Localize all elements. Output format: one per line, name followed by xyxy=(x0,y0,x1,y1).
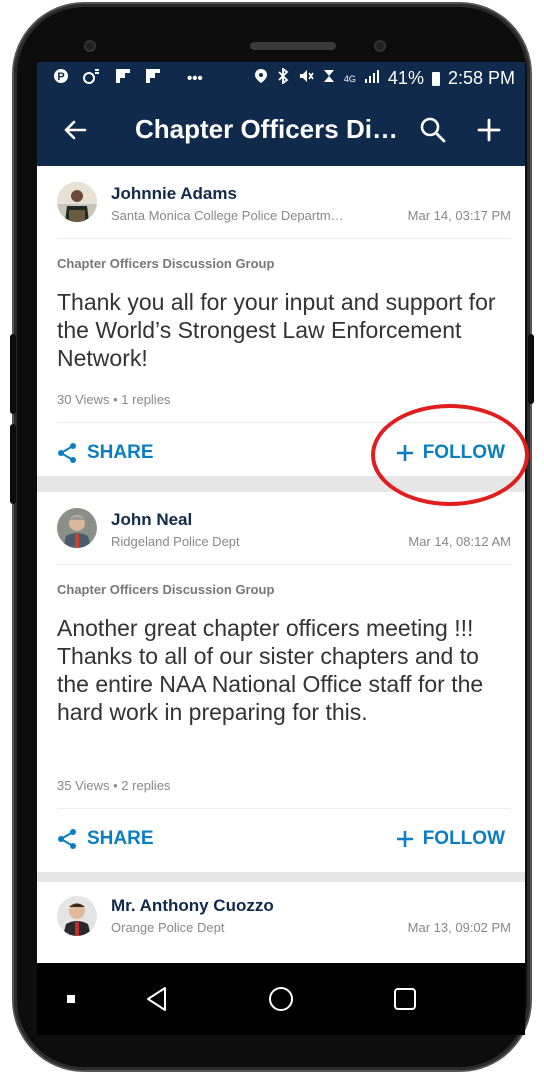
plus-icon xyxy=(477,118,501,142)
recent-apps-button[interactable] xyxy=(55,983,87,1015)
post-card[interactable]: John Neal Ridgeland Police Dept Mar 14, … xyxy=(37,492,525,872)
more-dots-icon: ••• xyxy=(187,69,203,87)
plus-icon xyxy=(396,445,413,461)
divider xyxy=(57,422,511,423)
group-name[interactable]: Chapter Officers Discussion Group xyxy=(57,582,274,597)
author-name[interactable]: John Neal xyxy=(111,510,192,530)
post-card[interactable]: Mr. Anthony Cuozzo Orange Police Dept Ma… xyxy=(37,882,525,963)
share-label: SHARE xyxy=(87,828,154,849)
add-post-button[interactable] xyxy=(471,112,507,148)
post-stats: 30 Views • 1 replies xyxy=(57,392,171,407)
recent-apps-icon xyxy=(67,995,75,1003)
share-icon xyxy=(58,443,76,463)
flipboard-icon xyxy=(145,68,161,88)
author-name[interactable]: Mr. Anthony Cuozzo xyxy=(111,896,274,916)
author-department: Orange Police Dept xyxy=(111,920,225,935)
clock: 2:58 PM xyxy=(447,68,515,88)
post-date: Mar 14, 03:17 PM xyxy=(407,208,511,223)
search-icon xyxy=(420,117,446,143)
overview-button[interactable] xyxy=(389,983,421,1015)
battery-icon xyxy=(431,71,440,86)
share-label: SHARE xyxy=(87,442,154,463)
divider xyxy=(57,808,511,809)
post-feed[interactable]: Johnnie Adams Santa Monica College Polic… xyxy=(37,166,525,963)
speaker-grille xyxy=(250,42,336,50)
status-bar: P ••• 4G 41% 2:58 PM xyxy=(37,62,525,94)
back-button[interactable] xyxy=(57,112,93,148)
pinterest-icon: P xyxy=(53,68,69,88)
share-button[interactable]: SHARE xyxy=(57,828,154,850)
author-name[interactable]: Johnnie Adams xyxy=(111,184,237,204)
follow-label: FOLLOW xyxy=(422,442,505,463)
signal-icon xyxy=(364,68,380,89)
bluetooth-icon xyxy=(276,67,290,89)
volume-button xyxy=(10,334,16,414)
network-label: 4G xyxy=(343,73,356,84)
group-name[interactable]: Chapter Officers Discussion Group xyxy=(57,256,274,271)
app-bar: Chapter Officers Di… xyxy=(37,94,525,166)
flipboard-icon xyxy=(115,68,131,88)
post-date: Mar 14, 08:12 AM xyxy=(408,534,511,549)
battery-percent: 41% xyxy=(387,68,424,88)
share-icon xyxy=(58,829,76,849)
back-arrow-icon xyxy=(64,120,87,140)
alarm-icon xyxy=(322,68,336,89)
svg-text:P: P xyxy=(57,71,64,83)
overview-square-icon xyxy=(394,988,416,1010)
follow-label: FOLLOW xyxy=(422,828,505,849)
nav-back-button[interactable] xyxy=(141,983,173,1015)
back-triangle-icon xyxy=(147,987,166,1011)
post-stats: 35 Views • 2 replies xyxy=(57,778,171,793)
follow-button[interactable]: FOLLOW xyxy=(395,828,505,850)
location-icon xyxy=(254,68,268,89)
sound-icon xyxy=(83,68,101,88)
mute-icon xyxy=(298,68,314,89)
volume-button xyxy=(10,424,16,504)
post-body[interactable]: Another great chapter officers meeting !… xyxy=(57,614,507,726)
front-camera xyxy=(84,40,96,52)
page-title: Chapter Officers Di… xyxy=(135,114,398,144)
system-nav-bar xyxy=(37,963,525,1035)
author-department: Santa Monica College Police Departm… xyxy=(111,208,344,223)
home-circle-icon xyxy=(269,987,293,1011)
search-button[interactable] xyxy=(415,112,451,148)
follow-button[interactable]: FOLLOW xyxy=(395,442,505,464)
post-body[interactable]: Thank you all for your input and support… xyxy=(57,288,507,372)
power-button xyxy=(528,334,534,404)
avatar[interactable] xyxy=(57,896,97,936)
avatar[interactable] xyxy=(57,508,97,548)
share-button[interactable]: SHARE xyxy=(57,442,154,464)
divider xyxy=(57,564,511,565)
post-card[interactable]: Johnnie Adams Santa Monica College Polic… xyxy=(37,166,525,476)
author-department: Ridgeland Police Dept xyxy=(111,534,240,549)
plus-icon xyxy=(396,831,413,847)
screen: P ••• 4G 41% 2:58 PM Chapter Officers Di… xyxy=(37,62,525,1035)
post-date: Mar 13, 09:02 PM xyxy=(407,920,511,935)
front-sensor xyxy=(374,40,386,52)
divider xyxy=(57,238,511,239)
home-button[interactable] xyxy=(265,983,297,1015)
avatar[interactable] xyxy=(57,182,97,222)
